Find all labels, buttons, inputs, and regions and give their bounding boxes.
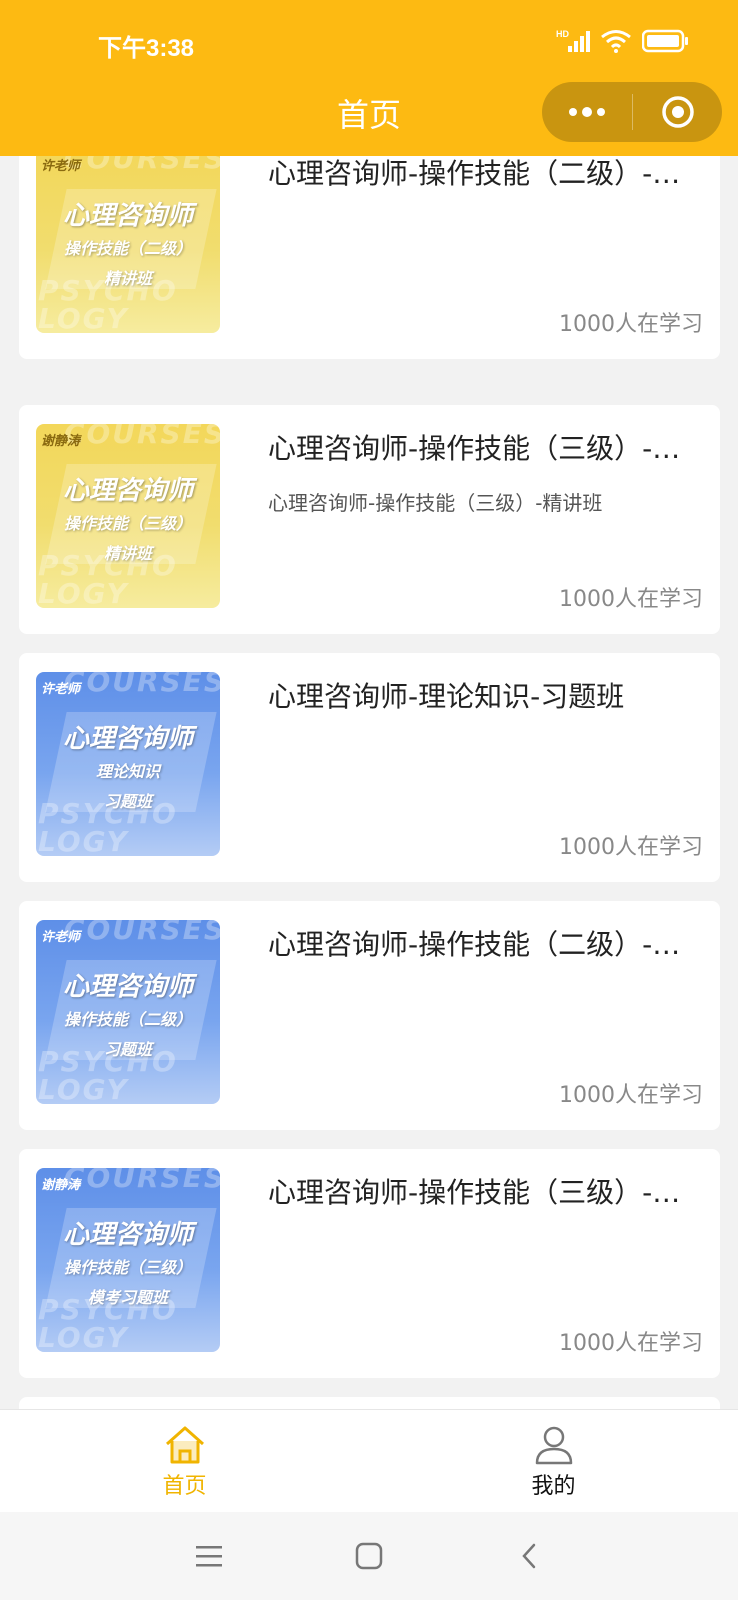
more-button[interactable] [542,82,632,142]
status-icons: HD [556,28,690,54]
user-icon [535,1426,572,1465]
target-icon [661,96,694,128]
home-square-icon [355,1542,383,1570]
cover-line2: 操作技能（三级） [63,1258,192,1277]
course-title: 心理咨询师-操作技能（二级）-习题班 [268,928,702,961]
course-cover: COURSES PSYCHO LOGY 许老师 心理咨询师 操作技能（二级） 习… [36,920,220,1104]
cover-line1: 心理咨询师 [62,476,193,506]
battery-icon [642,29,688,53]
learner-count: 1000人在学习 [559,1083,703,1108]
course-cover: COURSES PSYCHO LOGY 谢静涛 心理咨询师 操作技能（三级） 模… [36,1168,220,1352]
network-label: HD [556,29,569,39]
system-back-button[interactable] [449,1512,609,1600]
system-nav-bar [0,1512,738,1600]
course-title: 心理咨询师-操作技能（三级）-精讲班 [268,432,702,465]
cover-line1: 心理咨询师 [62,724,193,754]
cover-line1: 心理咨询师 [62,972,193,1002]
back-icon [522,1543,536,1569]
course-card[interactable]: COURSES PSYCHO LOGY 谢静涛 心理咨询师 操作技能（三级） 精… [19,405,720,634]
more-dots-icon [569,107,605,117]
cover-teacher: 谢静涛 [41,434,81,449]
close-miniprogram-button[interactable] [633,82,722,142]
cover-line3: 精讲班 [103,544,152,563]
system-menu-button[interactable] [129,1512,289,1600]
cover-line3: 精讲班 [103,269,152,288]
cover-line3: 习题班 [103,792,152,811]
course-card-next[interactable] [19,1397,720,1409]
cover-teacher: 谢静涛 [41,1178,81,1193]
signal-icon: HD [556,29,590,52]
cover-line2: 操作技能（二级） [63,1010,192,1029]
course-card[interactable]: COURSES PSYCHO LOGY 许老师 心理咨询师 操作技能（二级） 精… [19,156,720,359]
course-cover: COURSES PSYCHO LOGY 谢静涛 心理咨询师 操作技能（三级） 精… [36,424,220,608]
learner-count: 1000人在学习 [559,835,703,860]
cover-line3: 模考习题班 [87,1288,168,1307]
course-list: COURSES PSYCHO LOGY 许老师 心理咨询师 操作技能（二级） 精… [0,156,738,1409]
course-title: 心理咨询师-理论知识-习题班 [268,680,625,713]
miniprogram-capsule [542,82,722,142]
status-time: 下午3:38 [98,35,195,62]
cover-teacher: 许老师 [41,930,81,945]
cover-teacher: 许老师 [41,159,81,174]
cover-line2: 操作技能（二级） [63,239,192,258]
learner-count: 1000人在学习 [559,587,703,612]
tab-home[interactable]: 首页 [0,1410,369,1513]
course-card[interactable]: COURSES PSYCHO LOGY 许老师 心理咨询师 操作技能（二级） 习… [19,901,720,1130]
wifi-icon [601,30,631,53]
home-icon [165,1426,204,1464]
tab-home-label: 首页 [162,1474,207,1499]
learner-count: 1000人在学习 [559,312,703,337]
cover-line2: 操作技能（三级） [63,514,192,533]
app-header: 下午3:38 HD 首页 [0,0,738,156]
tab-bar: 首页 我的 [0,1409,738,1513]
cover-line1: 心理咨询师 [62,201,193,231]
course-title: 心理咨询师-操作技能（三级）-模考习题班 [268,1176,702,1209]
course-cover: COURSES PSYCHO LOGY 许老师 心理咨询师 操作技能（二级） 精… [36,156,220,333]
tab-mine-label: 我的 [531,1474,576,1499]
system-home-button[interactable] [289,1512,449,1600]
tab-mine[interactable]: 我的 [369,1410,738,1513]
cover-line1: 心理咨询师 [62,1220,193,1250]
cover-line2: 理论知识 [95,762,160,781]
course-card[interactable]: COURSES PSYCHO LOGY 许老师 心理咨询师 理论知识 习题班 心… [19,653,720,882]
cover-teacher: 许老师 [41,682,81,697]
learner-count: 1000人在学习 [559,1331,703,1356]
course-cover: COURSES PSYCHO LOGY 许老师 心理咨询师 理论知识 习题班 [36,672,220,856]
course-card[interactable]: COURSES PSYCHO LOGY 谢静涛 心理咨询师 操作技能（三级） 模… [19,1149,720,1378]
cover-line3: 习题班 [103,1040,152,1059]
menu-icon [196,1546,222,1567]
course-title: 心理咨询师-操作技能（二级）-精讲班 [268,157,702,190]
course-subtitle: 心理咨询师-操作技能（三级）-精讲班 [268,491,603,515]
